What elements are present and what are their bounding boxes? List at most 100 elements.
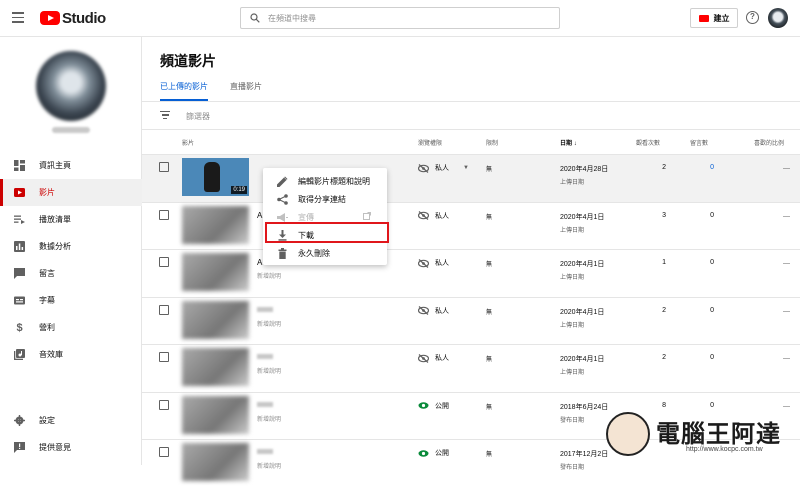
col-views[interactable]: 觀看次數 — [636, 138, 660, 147]
help-icon[interactable]: ? — [746, 11, 759, 24]
audio-library-icon — [14, 349, 25, 360]
sidebar-item-settings[interactable]: 設定 — [0, 407, 142, 434]
studio-logo[interactable]: Studio — [40, 10, 106, 27]
table-row[interactable]: 新增說明 私人 無 2020年4月1日 上傳日期 2 0 — — [142, 296, 800, 345]
restriction-cell: 無 — [486, 309, 493, 316]
table-row[interactable]: 新增說明 私人 無 2020年4月1日 上傳日期 2 0 — — [142, 344, 800, 392]
date-cell: 2020年4月1日 — [560, 213, 605, 221]
sidebar-item-playlists[interactable]: 播放清單 — [0, 206, 142, 233]
menu-share-link[interactable]: 取得分享連結 — [263, 190, 387, 208]
video-description[interactable]: 新增說明 — [257, 271, 281, 280]
visibility-private-icon — [418, 163, 429, 173]
channel-avatar[interactable] — [36, 51, 106, 121]
filter-icon — [160, 111, 170, 121]
tab-divider — [142, 101, 800, 102]
date-type: 發布日期 — [560, 465, 585, 471]
video-thumbnail[interactable] — [182, 395, 249, 434]
video-description[interactable]: 新增說明 — [257, 319, 281, 328]
video-description[interactable]: 新增說明 — [257, 366, 281, 375]
comments-cell[interactable]: 0 — [696, 164, 714, 171]
col-restriction[interactable]: 限制 — [486, 138, 498, 147]
row-checkbox[interactable] — [159, 352, 169, 362]
col-visibility[interactable]: 瀏覽權限 — [418, 138, 442, 147]
video-description[interactable]: 新增說明 — [257, 414, 281, 423]
caret-down-icon[interactable]: ▼ — [463, 165, 469, 171]
video-title-blurred — [257, 306, 273, 312]
visibility-cell[interactable]: 公開 — [418, 448, 449, 458]
likes-cell: — — [783, 402, 790, 410]
views-cell: 2 — [662, 164, 666, 171]
col-likes[interactable]: 喜歡的比例 — [754, 138, 784, 147]
date-type: 上傳日期 — [560, 322, 585, 329]
hamburger-menu-icon[interactable] — [12, 12, 24, 23]
video-description[interactable]: 新增說明 — [257, 461, 281, 470]
create-label: 建立 — [713, 13, 730, 23]
visibility-cell[interactable]: 私人 — [418, 306, 449, 316]
likes-cell: — — [783, 212, 790, 220]
video-thumbnail[interactable] — [182, 348, 249, 386]
table-row[interactable]: A 新增說明 私人 無 2020年4月1日 上傳日期 1 0 — — [142, 249, 800, 297]
sidebar-item-audio-library[interactable]: 音效庫 — [0, 341, 142, 368]
visibility-cell[interactable]: 私人 — [418, 353, 449, 363]
row-checkbox[interactable] — [159, 257, 169, 267]
tab-live[interactable]: 直播影片 — [230, 81, 262, 101]
col-date-label: 日期 — [560, 141, 573, 147]
sidebar-item-feedback[interactable]: 提供意見 — [0, 434, 142, 461]
visibility-cell[interactable]: 公開 — [418, 401, 449, 411]
sidebar-item-videos[interactable]: 影片 — [0, 179, 142, 206]
create-button[interactable]: 建立 — [690, 8, 738, 28]
visibility-label: 公開 — [435, 450, 449, 457]
likes-cell: — — [783, 260, 790, 267]
sidebar-item-comments[interactable]: 留言 — [0, 260, 142, 287]
menu-label: 永久刪除 — [298, 248, 330, 258]
table-row[interactable]: 0:19 私人 ▼ 無 2020年4月28日 上傳日期 2 0 — — [142, 154, 800, 202]
menu-edit-title[interactable]: 編輯影片標題和說明 — [263, 172, 387, 190]
date-type: 上傳日期 — [560, 370, 585, 376]
video-title[interactable]: A — [257, 258, 262, 267]
date-cell: 2018年6月24日 — [560, 403, 609, 411]
date-type: 上傳日期 — [560, 180, 585, 186]
restriction-cell: 無 — [486, 214, 493, 221]
account-avatar[interactable] — [768, 8, 788, 28]
tab-uploads[interactable]: 已上傳的影片 — [160, 81, 208, 101]
dollar-icon: $ — [16, 321, 23, 334]
video-thumbnail[interactable] — [182, 300, 249, 339]
watermark-text: 電腦王阿達 — [656, 421, 781, 448]
date-type: 上傳日期 — [560, 227, 585, 234]
col-comments[interactable]: 留言數 — [690, 138, 708, 147]
menu-delete[interactable]: 永久刪除 — [263, 244, 387, 262]
visibility-cell[interactable]: 私人 — [418, 258, 449, 268]
video-title[interactable]: A — [257, 211, 262, 220]
sidebar-item-dashboard[interactable]: 資訊主頁 — [0, 152, 142, 179]
row-checkbox[interactable] — [159, 447, 169, 457]
page-title: 頻道影片 — [160, 53, 216, 69]
sidebar-item-subtitles[interactable]: 字幕 — [0, 287, 142, 314]
video-thumbnail[interactable]: 0:19 — [182, 158, 249, 196]
row-checkbox[interactable] — [159, 162, 169, 172]
date-cell: 2020年4月1日 — [560, 356, 605, 363]
sidebar-item-monetization[interactable]: $ 營利 — [0, 314, 142, 341]
sidebar-item-analytics[interactable]: 數據分析 — [0, 233, 142, 260]
date-cell: 2020年4月28日 — [560, 166, 609, 173]
video-thumbnail[interactable] — [182, 205, 249, 244]
date-cell: 2017年12月2日 — [560, 451, 609, 458]
search-icon — [250, 13, 260, 23]
visibility-cell[interactable]: 私人 ▼ — [418, 163, 469, 173]
visibility-cell[interactable]: 私人 — [418, 211, 449, 221]
table-row[interactable]: A 私人 無 2020年4月1日 上傳日期 3 0 — — [142, 201, 800, 250]
views-cell: 3 — [662, 211, 666, 219]
col-date[interactable]: 日期 ↓ — [560, 138, 577, 147]
video-thumbnail[interactable] — [182, 443, 249, 481]
date-type: 發布日期 — [560, 417, 585, 424]
visibility-public-icon — [418, 449, 429, 457]
video-thumbnail[interactable] — [182, 253, 249, 291]
comments-cell: 0 — [710, 354, 714, 361]
search-box[interactable] — [240, 7, 560, 29]
filter-bar[interactable]: 篩選器 — [160, 109, 210, 123]
row-checkbox[interactable] — [159, 209, 169, 220]
row-checkbox[interactable] — [159, 304, 169, 315]
row-checkbox[interactable] — [159, 399, 169, 410]
likes-cell: — — [783, 355, 790, 362]
sidebar-item-label: 播放清單 — [39, 215, 71, 224]
search-input[interactable] — [268, 13, 528, 23]
